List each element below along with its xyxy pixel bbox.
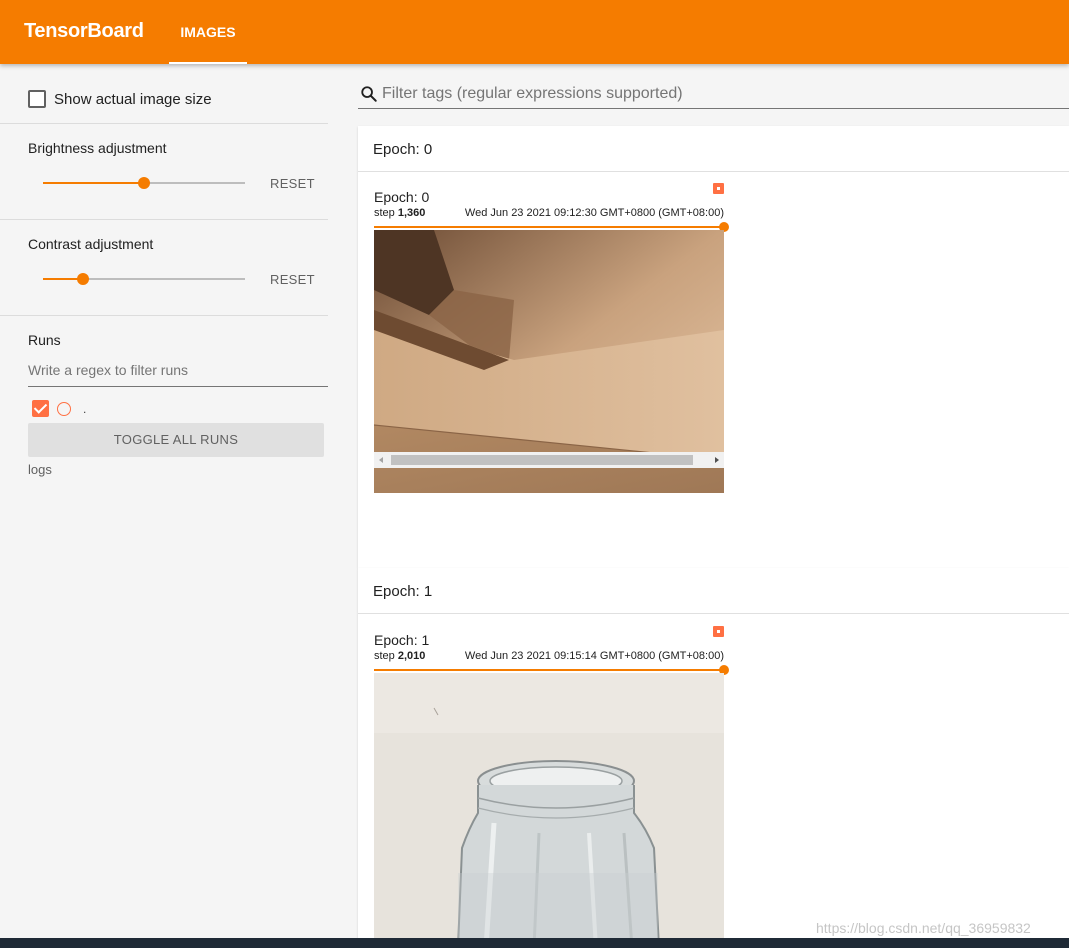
step-value: 2,010: [397, 650, 426, 662]
image-tag: Epoch: 1: [374, 632, 430, 648]
card-title: Epoch: 0: [373, 141, 433, 158]
tag-card-epoch-1: Epoch: 1 Epoch: 1 step 2,010 Wed Jun 23 …: [358, 568, 1069, 948]
card-header[interactable]: Epoch: 1: [358, 568, 1069, 614]
slider-fill: [43, 182, 144, 184]
app-brand[interactable]: TensorBoard: [24, 20, 144, 43]
brightness-title: Brightness adjustment: [28, 140, 167, 156]
sidebar: Show actual image size Brightness adjust…: [0, 64, 348, 948]
timestamp: Wed Jun 23 2021 09:15:14 GMT+0800 (GMT+0…: [464, 650, 724, 662]
run-color-radio[interactable]: [57, 401, 71, 416]
step-text: step: [374, 207, 395, 219]
top-app-bar: TensorBoard IMAGES: [0, 0, 1069, 64]
divider: [0, 315, 328, 316]
image-tag: Epoch: 0: [374, 189, 430, 205]
run-name: .: [83, 401, 87, 416]
contrast-slider[interactable]: [43, 269, 245, 289]
runs-title: Runs: [28, 332, 61, 348]
tab-images-label: IMAGES: [180, 24, 236, 40]
step-slider-track: [374, 226, 724, 228]
glass-jar-image: [374, 673, 724, 948]
show-actual-size-label: Show actual image size: [54, 90, 212, 108]
contrast-reset-button[interactable]: RESET: [270, 272, 315, 287]
main-content: Filter tags (regular expressions support…: [358, 64, 1069, 948]
tab-images[interactable]: IMAGES: [169, 0, 247, 64]
scroll-right-icon[interactable]: [715, 457, 719, 463]
os-taskbar: [0, 938, 1069, 948]
runs-filter-input[interactable]: Write a regex to filter runs: [28, 362, 328, 387]
step-text: step: [374, 650, 395, 662]
tag-filter-placeholder: Filter tags (regular expressions support…: [382, 85, 683, 102]
step-slider-track: [374, 669, 724, 671]
expand-icon[interactable]: [713, 626, 724, 637]
glass-jar-picture: [374, 673, 724, 948]
timestamp: Wed Jun 23 2021 09:12:30 GMT+0800 (GMT+0…: [464, 207, 724, 219]
step-value: 1,360: [397, 207, 426, 219]
checkbox-box[interactable]: [28, 90, 46, 108]
active-tab-indicator: [169, 62, 247, 64]
image-block: Epoch: 1 step 2,010 Wed Jun 23 2021 09:1…: [374, 626, 729, 948]
slider-knob[interactable]: [138, 177, 150, 189]
run-item: .: [32, 400, 86, 417]
brightness-reset-button[interactable]: RESET: [270, 176, 315, 191]
watermark-text: https://blog.csdn.net/qq_36959832: [816, 920, 1031, 936]
search-icon: [361, 86, 377, 102]
show-actual-size-checkbox[interactable]: Show actual image size: [28, 90, 212, 108]
brightness-slider[interactable]: [43, 173, 245, 193]
toggle-all-runs-button[interactable]: TOGGLE ALL RUNS: [28, 423, 324, 457]
scroll-left-icon[interactable]: [379, 457, 383, 463]
divider: [0, 219, 328, 220]
step-label: step 1,360: [374, 207, 425, 219]
image-horizontal-scrollbar[interactable]: [374, 452, 724, 468]
image-block: Epoch: 0 step 1,360 Wed Jun 23 2021 09:1…: [374, 183, 729, 519]
card-title: Epoch: 1: [373, 583, 433, 600]
expand-icon[interactable]: [713, 183, 724, 194]
scrollbar-thumb[interactable]: [391, 455, 693, 465]
run-checkbox[interactable]: [32, 400, 49, 417]
step-label: step 2,010: [374, 650, 425, 662]
card-header[interactable]: Epoch: 0: [358, 126, 1069, 172]
logdir-label: logs: [28, 462, 52, 477]
contrast-title: Contrast adjustment: [28, 236, 154, 252]
tag-filter[interactable]: Filter tags (regular expressions support…: [358, 84, 1069, 109]
divider: [0, 123, 328, 124]
slider-knob[interactable]: [77, 273, 90, 285]
tag-card-epoch-0: Epoch: 0 Epoch: 0 step 1,360 Wed Jun 23 …: [358, 126, 1069, 568]
